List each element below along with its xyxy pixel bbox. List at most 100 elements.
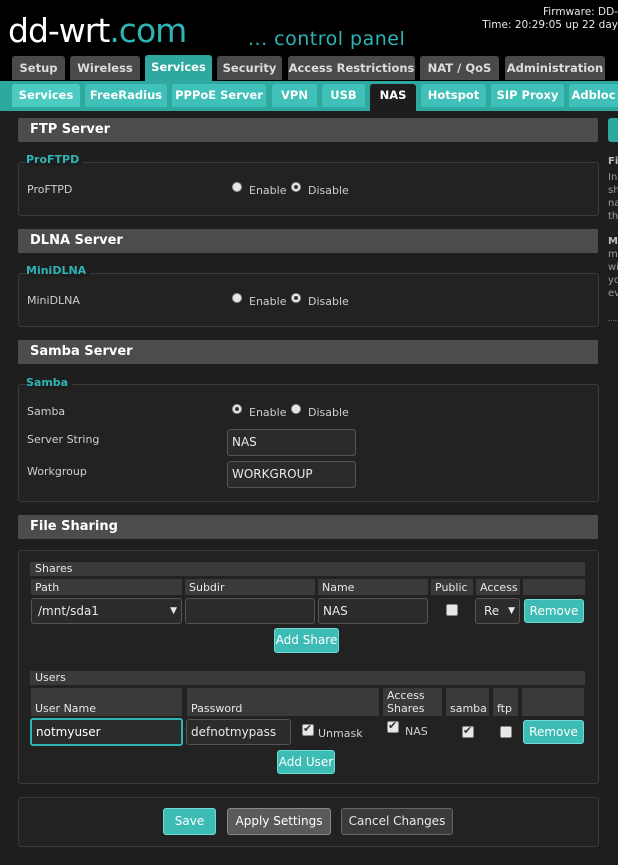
sidebar-divider — [608, 320, 618, 321]
radio-samba-disable[interactable] — [291, 404, 301, 414]
sidebar-heading-1: Fi — [608, 156, 618, 167]
shares-legend: Shares — [30, 562, 585, 576]
col-access-shares: Access Shares — [383, 688, 442, 716]
section-title-ftp: FTP Server — [18, 118, 598, 142]
logo-main: dd-wrt — [8, 11, 110, 50]
radio-samba-enable[interactable] — [232, 404, 242, 414]
radio-label-proftpd-enable: Enable — [249, 184, 287, 197]
sidebar-text-3: na — [608, 198, 618, 209]
subtab-adblock[interactable]: Adbloc — [569, 84, 618, 107]
radio-proftpd-disable[interactable] — [291, 182, 301, 192]
sidebar-text-8: ev — [608, 288, 618, 299]
col-password: Password — [187, 688, 379, 716]
col-samba: samba — [446, 688, 489, 716]
col-access: Access — [476, 579, 520, 595]
subtab-sip-proxy[interactable]: SIP Proxy — [491, 84, 564, 107]
tab-administration[interactable]: Administration — [505, 56, 605, 80]
chevron-down-icon: ▼ — [170, 606, 177, 616]
legend-minidlna: MiniDLNA — [26, 264, 91, 277]
apply-settings-button[interactable]: Apply Settings — [227, 808, 331, 835]
sidebar-text-5: m — [608, 249, 618, 260]
section-title-samba: Samba Server — [18, 340, 598, 364]
tab-services[interactable]: Services — [145, 55, 212, 81]
tab-setup[interactable]: Setup — [12, 56, 65, 80]
header: dd-wrt.com ... control panel Firmware: D… — [0, 0, 618, 55]
radio-label-samba-enable: Enable — [249, 406, 287, 419]
section-title-dlna: DLNA Server — [18, 229, 598, 253]
tab-security[interactable]: Security — [217, 56, 282, 80]
uptime: Time: 20:29:05 up 22 day — [482, 19, 618, 31]
unmask-checkbox[interactable] — [302, 722, 314, 736]
share-path-value: /mnt/sda1 — [38, 604, 99, 618]
subtab-pppoe-server[interactable]: PPPoE Server — [172, 84, 266, 107]
radio-label-minidlna-disable: Disable — [308, 295, 349, 308]
share-name-input[interactable]: NAS — [318, 598, 428, 624]
sidebar-text-1: In — [608, 172, 618, 183]
col-user-actions — [522, 688, 584, 716]
unmask-label: Unmask — [318, 727, 363, 740]
tagline: ... control panel — [248, 28, 406, 50]
legend-proftpd: ProFTPD — [26, 153, 84, 166]
firmware-version: Firmware: DD- — [543, 6, 618, 18]
access-share-checkbox[interactable] — [387, 719, 399, 733]
section-title-file-sharing: File Sharing — [18, 515, 598, 539]
sub-tabs: Services FreeRadius PPPoE Server VPN USB… — [0, 81, 618, 111]
label-samba: Samba — [27, 405, 66, 418]
subtab-freeradius[interactable]: FreeRadius — [85, 84, 167, 107]
ftp-checkbox[interactable] — [500, 726, 512, 738]
remove-share-button[interactable]: Remove — [524, 599, 584, 623]
add-user-button[interactable]: Add User — [277, 750, 335, 774]
samba-checkbox[interactable] — [462, 724, 474, 738]
password-input[interactable]: defnotmypass — [186, 719, 291, 745]
radio-minidlna-enable[interactable] — [232, 293, 242, 303]
server-string-input[interactable]: NAS — [227, 429, 356, 456]
share-public-checkbox[interactable] — [446, 604, 458, 616]
share-access-select[interactable]: Re ▼ — [475, 598, 520, 624]
col-username: User Name — [31, 688, 182, 716]
share-access-value: Re — [484, 604, 500, 618]
subtab-services[interactable]: Services — [12, 84, 80, 107]
share-subdir-input[interactable] — [185, 598, 315, 624]
radio-label-minidlna-enable: Enable — [249, 295, 287, 308]
tab-nat-qos[interactable]: NAT / QoS — [420, 56, 499, 80]
sidebar-text-7: yo — [608, 275, 618, 286]
username-input[interactable]: notmyuser — [30, 718, 183, 746]
legend-samba: Samba — [26, 376, 73, 389]
col-subdir: Subdir — [185, 579, 315, 595]
chevron-down-icon: ▼ — [508, 606, 515, 616]
label-proftpd: ProFTPD — [27, 183, 73, 196]
tab-wireless[interactable]: Wireless — [70, 56, 140, 80]
logo-suffix: .com — [109, 11, 187, 50]
logo: dd-wrt.com — [8, 11, 187, 51]
sidebar-help-button[interactable] — [608, 118, 618, 142]
main-tabs: Setup Wireless Services Security Access … — [0, 55, 618, 81]
sidebar-text-4: th — [608, 211, 618, 222]
sidebar-text-2: sh — [608, 185, 618, 196]
tab-access-restrictions[interactable]: Access Restrictions — [288, 56, 415, 80]
subtab-nas[interactable]: NAS — [370, 84, 416, 111]
share-path-select[interactable]: /mnt/sda1 ▼ — [31, 598, 182, 624]
remove-user-button[interactable]: Remove — [523, 720, 584, 744]
radio-minidlna-disable[interactable] — [291, 293, 301, 303]
label-workgroup: Workgroup — [27, 465, 87, 478]
access-share-label: NAS — [405, 725, 428, 738]
col-ftp: ftp — [493, 688, 518, 716]
col-public: Public — [431, 579, 473, 595]
workgroup-input[interactable]: WORKGROUP — [227, 461, 356, 488]
users-legend: Users — [30, 671, 585, 685]
firmware-info: Firmware: DD- Time: 20:29:05 up 22 day — [482, 6, 618, 32]
subtab-hotspot[interactable]: Hotspot — [421, 84, 486, 107]
cancel-changes-button[interactable]: Cancel Changes — [341, 808, 453, 835]
radio-proftpd-enable[interactable] — [232, 182, 242, 192]
subtab-usb[interactable]: USB — [322, 84, 365, 107]
col-actions — [523, 579, 585, 595]
sidebar-text-6: wi — [608, 262, 618, 273]
add-share-button[interactable]: Add Share — [274, 628, 339, 653]
radio-label-samba-disable: Disable — [308, 406, 349, 419]
subtab-vpn[interactable]: VPN — [272, 84, 317, 107]
col-path: Path — [31, 579, 182, 595]
sidebar-heading-2: M — [608, 236, 618, 247]
label-server-string: Server String — [27, 433, 100, 446]
save-button[interactable]: Save — [163, 808, 216, 835]
label-minidlna: MiniDLNA — [27, 294, 80, 307]
